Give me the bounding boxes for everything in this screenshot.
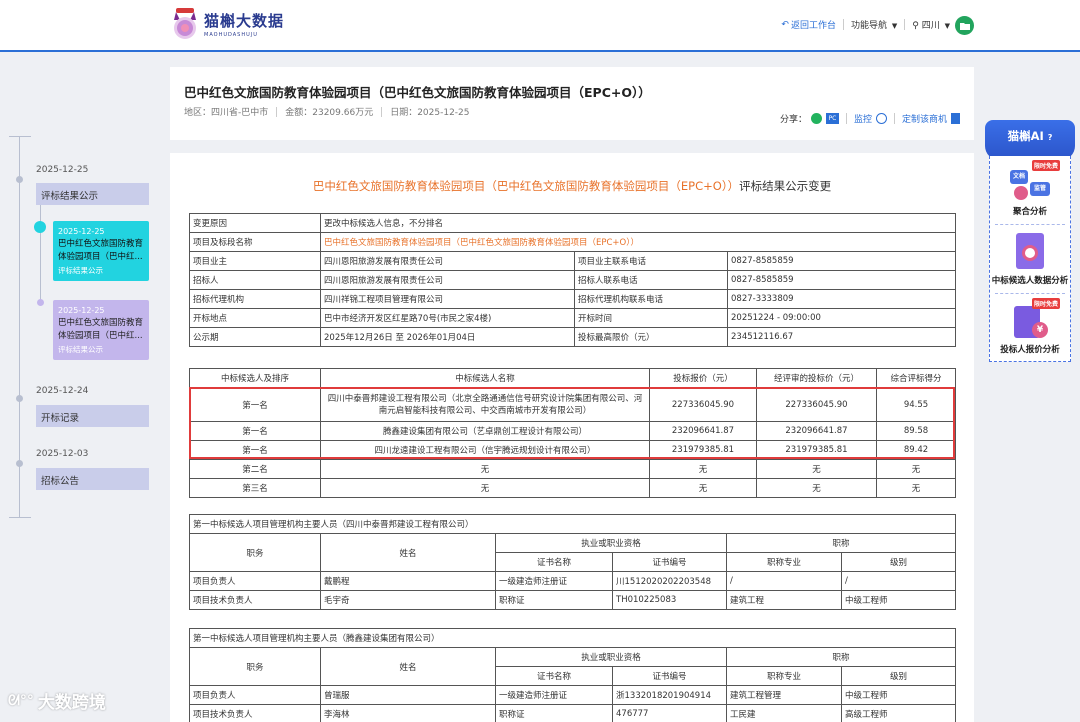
monitor-icon[interactable] bbox=[875, 113, 887, 124]
candidate-analysis-icon bbox=[1010, 231, 1050, 271]
ai-bidder-quote-analysis[interactable]: ¥ 限时免费 投标人报价分析 bbox=[990, 298, 1070, 355]
table-row: 第二名无 无无无 bbox=[189, 459, 956, 479]
ai-candidate-data-analysis[interactable]: 中标候选人数据分析 bbox=[990, 231, 1070, 286]
ai-panel: 猫槲AI ? 文档 监管 限时免费 聚合分析 中标候选人数据分析 ¥ 限时免费 bbox=[985, 120, 1075, 362]
bookmark-icon[interactable] bbox=[951, 113, 960, 124]
ai-panel-title[interactable]: 猫槲AI ? bbox=[985, 120, 1075, 160]
chevron-down-icon: ▼ bbox=[944, 22, 950, 30]
table-row: 项目负责人 曾瑞服 一级建造师注册证 浙1332018201904914 建筑工程管… bbox=[189, 685, 957, 705]
project-date: 日期：2025-12-25 bbox=[390, 108, 470, 118]
share-label: 分享： bbox=[779, 115, 807, 125]
timeline-date: 2025-12-03 bbox=[36, 449, 89, 459]
region-selector[interactable]: ⚲ 四川 ▼ bbox=[912, 18, 950, 31]
staff-table-1: 第一中标候选人项目管理机构主要人员（四川中泰晋邦建设工程有限公司） 职务 姓名 执… bbox=[188, 514, 957, 610]
candidates-table: 中标候选人及排序 中标候选人名称 投标报价（元） 经评审的投标价（元） 综合评标得分… bbox=[189, 368, 956, 498]
project-title-card: 巴中红色文旅国防教育体验园项目（巴中红色文旅国防教育体验园项目（EPC+O）） … bbox=[170, 67, 974, 140]
back-arrow-icon: ↶ bbox=[781, 19, 789, 30]
timeline-stage-tender-notice[interactable]: 招标公告 bbox=[36, 468, 149, 490]
project-amount: 金额：23209.66万元 bbox=[285, 108, 374, 118]
timeline-active-dot bbox=[34, 221, 46, 233]
timeline-dot bbox=[16, 176, 23, 183]
timeline-card-active[interactable]: 2025-12-25 巴中红色文旅国防教育体验园项目（巴中红... 评标结果公示 bbox=[53, 221, 149, 281]
table-row: 第一名 四川中泰晋邦建设工程有限公司（北京全路通通信信号研究设计院集团有限公司、河… bbox=[189, 387, 956, 422]
quote-analysis-icon: ¥ 限时免费 bbox=[1010, 298, 1060, 340]
timeline-card[interactable]: 2025-12-25 巴中红色文旅国防教育体验园项目（巴中红... 评标结果公示 bbox=[53, 300, 149, 360]
folder-button[interactable] bbox=[955, 16, 974, 35]
table-row: 项目负责人 戴鹏程 一级建造师注册证 川1512020202203548 // bbox=[189, 571, 957, 591]
watermark: ᘛ°° 大数跨境 bbox=[8, 692, 106, 714]
table-row: 第一名 腾鑫建设集团有限公司（艺卓鼎创工程设计有限公司） 232096641.87… bbox=[189, 421, 956, 441]
timeline-dot bbox=[16, 460, 23, 467]
table-row: 第三名无 无无无 bbox=[189, 478, 956, 498]
document-content: 巴中红色文旅国防教育体验园项目（巴中红色文旅国防教育体验园项目（EPC+O））评… bbox=[170, 153, 974, 722]
project-title: 巴中红色文旅国防教育体验园项目（巴中红色文旅国防教育体验园项目（EPC+O）） bbox=[184, 85, 651, 100]
monitor-link[interactable]: 监控 bbox=[854, 112, 872, 125]
custom-opportunity-link[interactable]: 定制该商机 bbox=[902, 112, 947, 125]
table-row: 项目技术负责人 毛宇奇 职称证 TH010225083 建筑工程 中级工程师 bbox=[189, 590, 957, 610]
cat-logo-icon bbox=[170, 6, 200, 42]
document-title: 巴中红色文旅国防教育体验园项目（巴中红色文旅国防教育体验园项目（EPC+O））评… bbox=[312, 179, 832, 193]
project-region: 地区：四川省-巴中市 bbox=[184, 108, 269, 118]
top-header: 猫槲大数据 MAOHUDASHUJU ↶ 返回工作台 功能导航 ▼ ⚲ 四川 ▼ bbox=[0, 0, 1080, 52]
chevron-down-icon: ▼ bbox=[891, 22, 898, 30]
aggregate-analysis-icon: 文档 监管 限时免费 bbox=[1010, 160, 1060, 202]
function-nav-menu[interactable]: 功能导航 ▼ bbox=[851, 18, 897, 31]
timeline-dot bbox=[16, 395, 23, 402]
table-row: 项目技术负责人 李海林 职称证 476777 工民建 高级工程师 bbox=[189, 704, 957, 722]
pc-share-icon[interactable]: PC bbox=[825, 113, 839, 124]
folder-icon bbox=[959, 22, 970, 30]
ai-aggregate-analysis[interactable]: 文档 监管 限时免费 聚合分析 bbox=[990, 160, 1070, 217]
table-row: 第一名 四川龙遠建设工程有限公司（信宇腾远规划设计有限公司） 231979385.… bbox=[189, 440, 956, 460]
logo-text: 猫槲大数据 bbox=[204, 12, 285, 30]
location-pin-icon: ⚲ bbox=[912, 21, 919, 31]
logo-subtext: MAOHUDASHUJU bbox=[204, 32, 258, 38]
timeline-date: 2025-12-25 bbox=[36, 165, 89, 175]
watermark-logo-icon: ᘛ°° bbox=[8, 692, 34, 709]
timeline-stage-bid-result[interactable]: 评标结果公示 bbox=[36, 183, 149, 205]
timeline-stage-bid-opening[interactable]: 开标记录 bbox=[36, 405, 149, 427]
project-info-table: 变更原因 更改中标候选人信息，不分排名 项目及标段名称 巴中红色文旅国防教育体验园项… bbox=[189, 213, 957, 347]
wechat-share-icon[interactable] bbox=[810, 113, 822, 124]
staff-table-2: 第一中标候选人项目管理机构主要人员（腾鑫建设集团有限公司） 职务 姓名 执业或职业… bbox=[188, 628, 957, 722]
logo[interactable]: 猫槲大数据 MAOHUDASHUJU bbox=[170, 6, 284, 42]
back-to-workbench-link[interactable]: ↶ 返回工作台 bbox=[781, 18, 836, 32]
timeline-date: 2025-12-24 bbox=[36, 386, 89, 396]
